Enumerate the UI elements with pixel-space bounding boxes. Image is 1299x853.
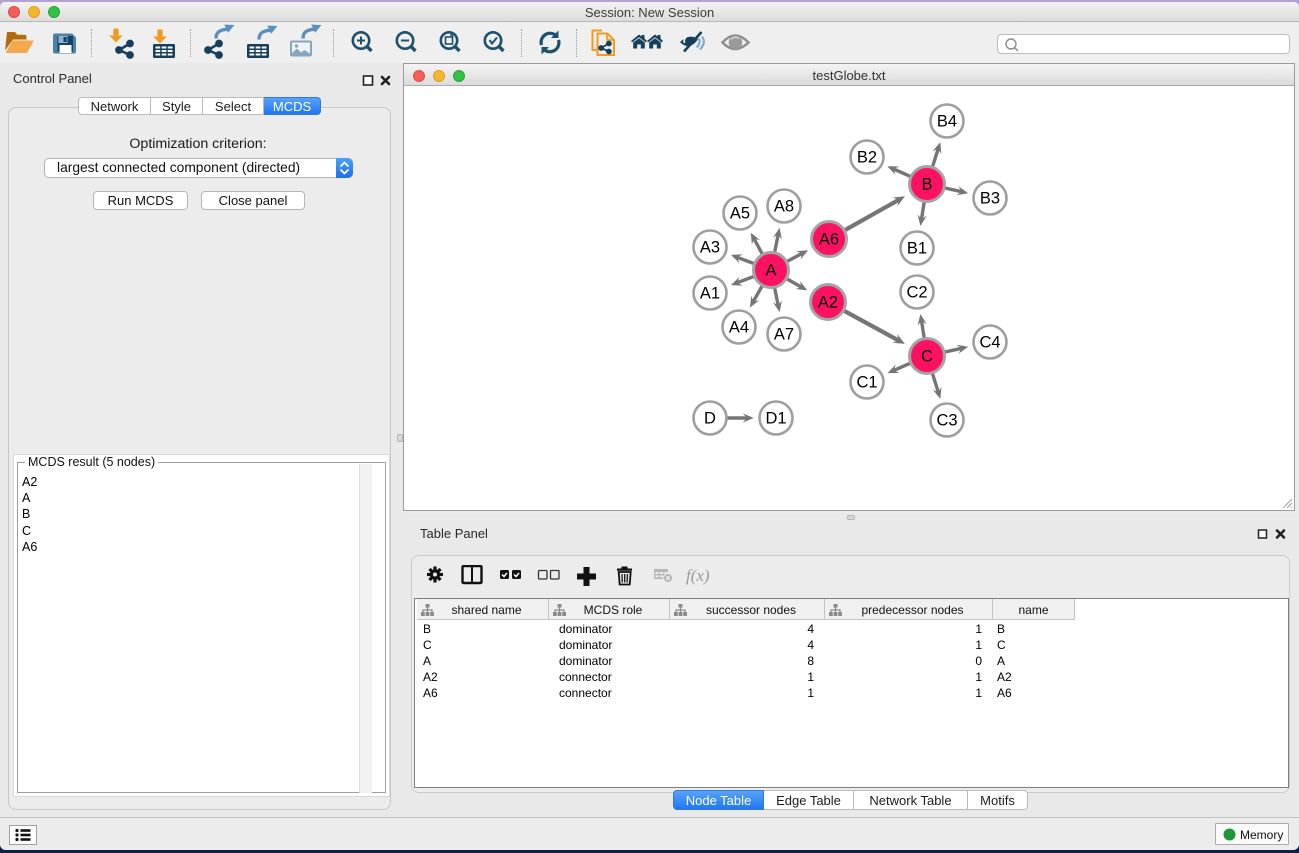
svg-text:B3: B3 xyxy=(980,190,1000,208)
svg-text:A2: A2 xyxy=(818,294,838,312)
svg-text:f(x): f(x) xyxy=(686,566,710,585)
svg-text:B: B xyxy=(921,176,932,194)
svg-text:B4: B4 xyxy=(937,113,957,131)
svg-text:A6: A6 xyxy=(819,231,839,249)
svg-text:A4: A4 xyxy=(729,319,749,337)
svg-text:C: C xyxy=(921,348,933,366)
svg-text:A8: A8 xyxy=(774,198,794,216)
svg-text:A1: A1 xyxy=(700,285,720,303)
svg-text:C4: C4 xyxy=(979,334,1000,352)
svg-text:A3: A3 xyxy=(700,239,720,257)
svg-text:A7: A7 xyxy=(774,326,794,344)
svg-text:D1: D1 xyxy=(765,410,786,428)
svg-text:A5: A5 xyxy=(730,205,750,223)
svg-text:C1: C1 xyxy=(856,374,877,392)
svg-text:B1: B1 xyxy=(907,240,927,258)
svg-text:B2: B2 xyxy=(857,149,877,167)
svg-text:C2: C2 xyxy=(906,284,927,302)
svg-text:C3: C3 xyxy=(936,412,957,430)
svg-text:A: A xyxy=(765,262,776,280)
svg-text:D: D xyxy=(704,410,716,428)
